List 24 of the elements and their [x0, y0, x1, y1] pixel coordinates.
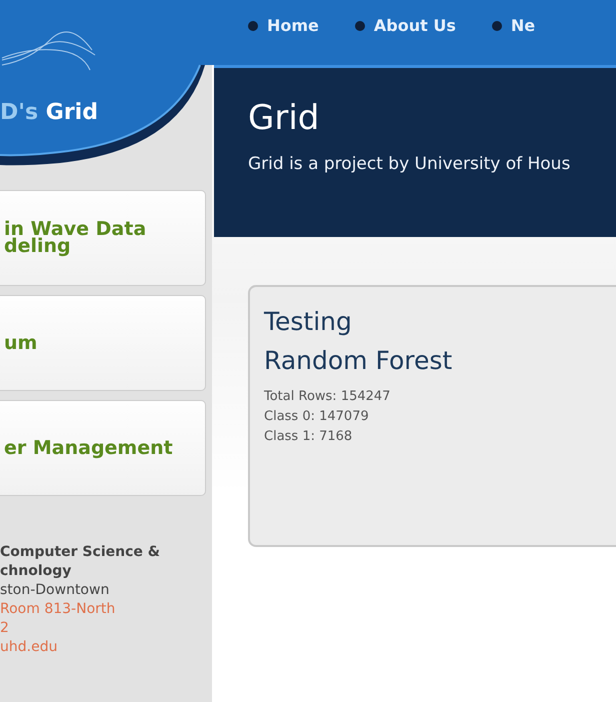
nav-link[interactable]: About Us — [354, 16, 456, 35]
banner-subtitle: Grid is a project by University of Hous — [248, 154, 572, 174]
card-heading: Testing — [264, 307, 353, 336]
nav-link[interactable]: Home — [248, 16, 319, 35]
model-name: Random Forest — [264, 346, 454, 375]
sidebar-link[interactable]: er Management — [4, 440, 173, 456]
stat-line: Total Rows: 154247 — [264, 388, 392, 406]
bullet-icon — [354, 20, 365, 30]
banner-title: Grid — [248, 98, 320, 138]
contact-line: 2 — [0, 620, 10, 636]
bullet-icon — [492, 20, 502, 30]
contact-line: Room 813-North — [0, 601, 116, 617]
nav-link[interactable]: Ne — [492, 16, 536, 35]
stat-line: Class 1: 7168 — [264, 428, 354, 446]
stat-line: Class 0: 147079 — [264, 408, 370, 426]
contact-line: chnology — [0, 563, 72, 579]
sidebar-link[interactable]: um — [4, 334, 38, 352]
sidebar-link[interactable]: in Wave Data deling — [4, 221, 146, 255]
contact-line: Computer Science & — [0, 544, 161, 560]
site-logo[interactable]: D's Grid — [0, 100, 98, 125]
contact-line: uhd.edu — [0, 639, 58, 655]
contact-line: ston-Downtown — [0, 582, 110, 598]
wave-icon — [2, 32, 96, 70]
bullet-icon — [248, 20, 258, 30]
